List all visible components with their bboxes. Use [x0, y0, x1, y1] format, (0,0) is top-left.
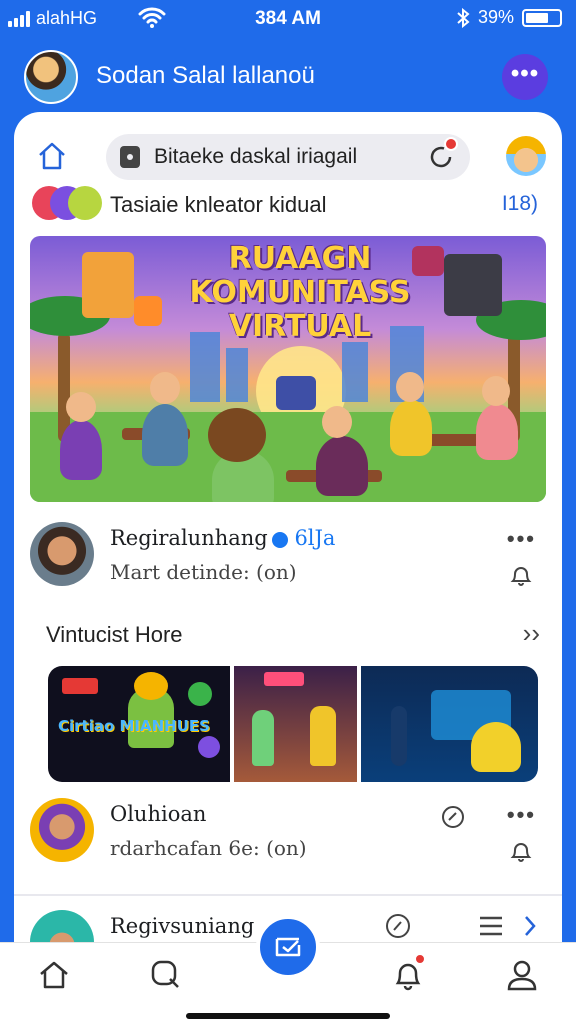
bottom-nav	[0, 915, 576, 1024]
neon-sign	[264, 672, 305, 686]
person-head	[208, 408, 266, 462]
device-graphic	[444, 254, 502, 316]
more-icon: •••	[510, 60, 540, 87]
page-title: Sodan Salal lallanoü	[96, 62, 315, 89]
community-icon	[32, 186, 102, 220]
post-subtitle: rdarhcafan 6e: (on)	[110, 836, 307, 860]
media-tile[interactable]	[234, 666, 358, 782]
banner-title: RUAAGN KOMUNITASS VIRTUAL	[189, 241, 411, 344]
verified-icon	[271, 531, 288, 548]
author-name: Oluhioan	[110, 802, 207, 826]
refresh-badge	[444, 137, 458, 151]
post-subtitle: Mart detinde: (on)	[110, 560, 297, 584]
profile-icon[interactable]	[504, 957, 540, 993]
compose-button[interactable]	[256, 915, 320, 979]
section-header: Tasiaie knleator kidual I18)	[14, 184, 562, 224]
person-figure	[476, 404, 518, 460]
status-bar: alahHG 384 AM 39%	[0, 0, 576, 38]
divider	[14, 894, 562, 896]
bluetooth-icon	[457, 7, 470, 28]
screen-graphic	[276, 376, 316, 410]
media-strip[interactable]: Cirtiao MIANHUES	[48, 666, 538, 782]
more-icon[interactable]: •••	[507, 526, 536, 552]
post-author: Regiralunhang 6lJa	[110, 526, 335, 550]
author-name: Regiralunhang	[110, 526, 268, 550]
person-figure	[142, 404, 188, 466]
home-indicator[interactable]	[186, 1013, 390, 1019]
list-icon[interactable]	[476, 912, 506, 940]
chevron-right-icon[interactable]: ››	[523, 618, 540, 649]
person-head	[482, 376, 510, 406]
bell-icon[interactable]	[508, 838, 534, 864]
search-bar[interactable]: Bitaeke daskal iriagail	[106, 134, 470, 180]
deco-graphic	[62, 678, 98, 694]
author-name: Regivsuniang	[110, 914, 255, 938]
battery-icon	[522, 8, 562, 27]
tile-caption: Cirtiao MIANHUES	[58, 717, 210, 735]
compass-icon[interactable]	[384, 912, 412, 940]
character-graphic	[82, 252, 134, 318]
chevron-right-icon[interactable]	[522, 914, 538, 938]
media-tile[interactable]: Cirtiao MIANHUES	[48, 666, 231, 782]
person-figure	[60, 420, 102, 480]
bell-icon[interactable]	[508, 562, 534, 588]
person-figure	[252, 710, 275, 766]
person-figure	[471, 722, 522, 772]
avatar[interactable]	[24, 50, 78, 104]
compose-icon	[275, 937, 301, 957]
battery-percent: 39%	[477, 7, 514, 27]
person-head	[322, 406, 352, 438]
person-head	[396, 372, 424, 402]
section-count[interactable]: I18)	[502, 192, 538, 216]
section-title: Tasiaie knleator kidual	[110, 192, 327, 217]
person-head	[150, 372, 180, 404]
person-figure	[390, 400, 432, 456]
app-header: Sodan Salal lallanoü •••	[0, 44, 576, 108]
building	[342, 342, 368, 402]
edit-icon[interactable]	[440, 804, 466, 830]
home-icon[interactable]	[36, 140, 68, 172]
ground	[30, 412, 546, 502]
toolbar: Bitaeke daskal iriagail	[14, 124, 562, 184]
person-figure	[391, 706, 408, 766]
deco-graphic	[134, 296, 162, 326]
search-icon[interactable]	[148, 957, 184, 993]
search-text: Bitaeke daskal iriagail	[154, 145, 358, 168]
building	[226, 348, 248, 402]
more-button[interactable]: •••	[502, 54, 548, 100]
more-icon[interactable]: •••	[507, 802, 536, 828]
avatar[interactable]	[30, 798, 94, 862]
featured-banner[interactable]: RUAAGN KOMUNITASS VIRTUAL	[30, 236, 546, 502]
home-icon[interactable]	[36, 957, 72, 993]
lock-icon	[120, 146, 140, 168]
content-card: Bitaeke daskal iriagail Tasiaie knleator…	[14, 112, 562, 1024]
character-graphic	[134, 672, 168, 700]
media-tile[interactable]	[361, 666, 538, 782]
person-figure	[316, 436, 368, 496]
deco-graphic	[198, 736, 220, 758]
person-head	[66, 392, 96, 422]
verified-tag: 6lJa	[294, 526, 336, 550]
deco-graphic	[188, 682, 212, 706]
avatar[interactable]	[30, 522, 94, 586]
person-figure	[310, 706, 337, 766]
section-title: Vintucist Hore	[46, 622, 183, 647]
notification-badge	[414, 953, 426, 965]
user-avatar[interactable]	[506, 136, 546, 176]
